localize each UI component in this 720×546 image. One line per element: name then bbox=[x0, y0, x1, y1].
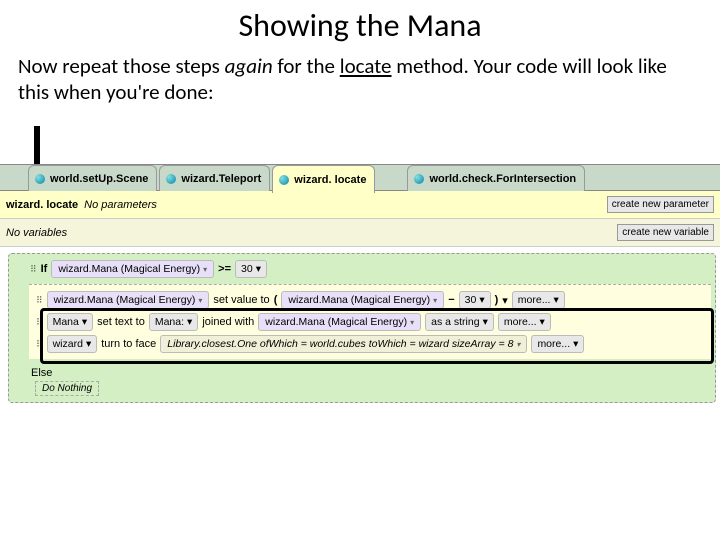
alice-editor-panel: world.setUp.Scene wizard.Teleport wizard… bbox=[0, 164, 720, 504]
instruction-text: Now repeat those steps again for the loc… bbox=[18, 53, 702, 106]
tab-locate[interactable]: wizard. locate bbox=[272, 165, 375, 193]
no-parameters-label: No parameters bbox=[84, 199, 157, 211]
mana-variable-tile[interactable]: wizard.Mana (Magical Energy)▾ bbox=[47, 291, 210, 309]
if-condition-row[interactable]: ⠿ If wizard.Mana (Magical Energy)▾ >= 30… bbox=[29, 258, 711, 280]
set-value-row[interactable]: ⠿ wizard.Mana (Magical Energy)▾ set valu… bbox=[35, 289, 711, 311]
wizard-tile[interactable]: wizard▾ bbox=[47, 335, 98, 353]
drag-handle-icon[interactable]: ⠿ bbox=[36, 339, 43, 350]
drag-handle-icon[interactable]: ⠿ bbox=[30, 264, 37, 275]
no-variables-label: No variables bbox=[6, 227, 67, 239]
turn-to-face-row[interactable]: ⠿ wizard▾ turn to face Library.closest.O… bbox=[35, 333, 711, 355]
value-30-tile[interactable]: 30▾ bbox=[235, 260, 267, 278]
method-name-label: wizard. locate bbox=[6, 199, 78, 211]
page-title: Showing the Mana bbox=[0, 6, 720, 45]
set-text-row[interactable]: ⠿ Mana▾ set text to Mana:▾ joined with w… bbox=[35, 311, 711, 333]
create-parameter-button[interactable]: create new parameter bbox=[607, 196, 714, 213]
else-keyword: Else bbox=[31, 367, 52, 379]
tab-teleport[interactable]: wizard.Teleport bbox=[159, 165, 270, 191]
mana-variable-tile[interactable]: wizard.Mana (Magical Energy)▾ bbox=[51, 260, 214, 278]
turn-to-face-label: turn to face bbox=[101, 338, 156, 350]
more-dropdown[interactable]: more...▾ bbox=[512, 291, 565, 309]
more-dropdown[interactable]: more...▾ bbox=[531, 335, 584, 353]
tab-setup-scene[interactable]: world.setUp.Scene bbox=[28, 165, 157, 191]
value-30-tile[interactable]: 30▾ bbox=[459, 291, 491, 309]
mana-variable-tile[interactable]: wizard.Mana (Magical Energy)▾ bbox=[281, 291, 444, 309]
world-icon bbox=[35, 174, 45, 184]
tab-check-intersection[interactable]: world.check.ForIntersection bbox=[407, 165, 585, 191]
world-icon bbox=[166, 174, 176, 184]
set-text-label: set text to bbox=[97, 316, 145, 328]
more-dropdown[interactable]: more...▾ bbox=[498, 313, 551, 331]
code-area: ⠿ If wizard.Mana (Magical Energy)▾ >= 30… bbox=[0, 247, 720, 407]
then-block: ⠿ wizard.Mana (Magical Energy)▾ set valu… bbox=[29, 284, 711, 359]
create-variable-button[interactable]: create new variable bbox=[617, 224, 714, 241]
mana-label-tile[interactable]: Mana▾ bbox=[47, 313, 94, 331]
drag-handle-icon[interactable]: ⠿ bbox=[36, 317, 43, 328]
as-string-tile[interactable]: as a string▾ bbox=[425, 313, 494, 331]
world-icon bbox=[279, 175, 289, 185]
minus-operator: − bbox=[448, 294, 454, 306]
library-call-tile[interactable]: Library.closest.One ofWhich = world.cube… bbox=[160, 335, 527, 353]
parameters-bar: wizard. locate No parameters create new … bbox=[0, 191, 720, 219]
world-icon bbox=[414, 174, 424, 184]
if-keyword: If bbox=[41, 263, 48, 275]
if-block[interactable]: ⠿ If wizard.Mana (Magical Energy)▾ >= 30… bbox=[8, 253, 716, 403]
gte-operator: >= bbox=[218, 263, 231, 275]
do-nothing-tile[interactable]: Do Nothing bbox=[35, 381, 99, 396]
mana-colon-tile[interactable]: Mana:▾ bbox=[149, 313, 198, 331]
mana-variable-tile[interactable]: wizard.Mana (Magical Energy)▾ bbox=[258, 313, 421, 331]
variables-bar: No variables create new variable bbox=[0, 219, 720, 247]
else-block: Else Do Nothing bbox=[29, 363, 711, 398]
drag-handle-icon[interactable]: ⠿ bbox=[36, 295, 43, 306]
method-tabs: world.setUp.Scene wizard.Teleport wizard… bbox=[0, 165, 720, 191]
joined-with-label: joined with bbox=[202, 316, 254, 328]
set-value-label: set value to bbox=[213, 294, 269, 306]
